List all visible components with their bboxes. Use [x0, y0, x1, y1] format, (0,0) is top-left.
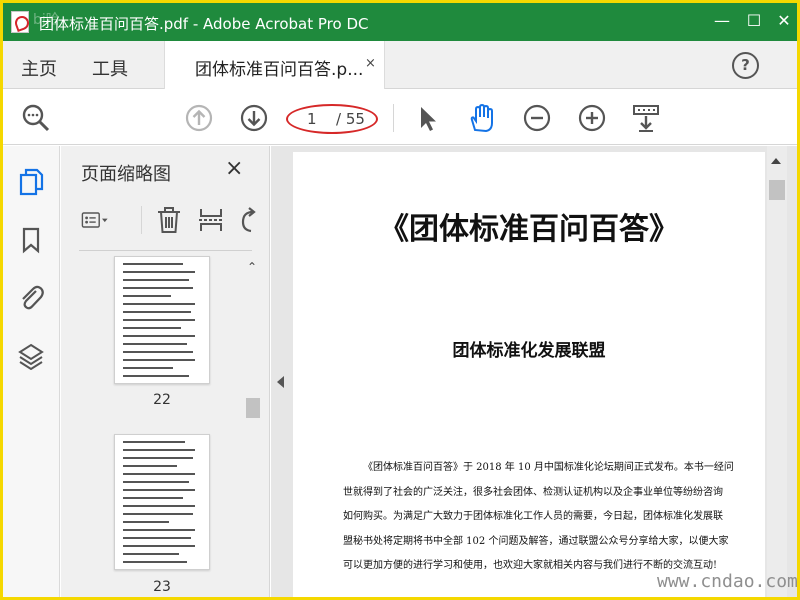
- rotate-page-icon[interactable]: [235, 206, 263, 234]
- paragraph-line: 《团体标准百问百答》于 2018 年 10 月中国标准化论坛期间正式发布。本书一…: [363, 462, 734, 473]
- options-menu-icon[interactable]: [81, 206, 109, 234]
- watermark: www.cndao.com: [657, 571, 797, 592]
- attachments-icon[interactable]: [17, 283, 45, 311]
- pdf-file-icon: [11, 11, 29, 33]
- panel-title: 页面缩略图: [81, 164, 171, 185]
- document-viewport: 《团体标准百问百答》 团体标准化发展联盟 《团体标准百问百答》于 2018 年 …: [271, 146, 797, 597]
- zoom-in-icon[interactable]: [577, 103, 607, 133]
- maximize-button[interactable]: ☐: [741, 9, 767, 33]
- panel-scrollbar[interactable]: ⌃: [244, 254, 261, 597]
- hand-tool-icon[interactable]: [466, 103, 496, 133]
- paragraph-line: 世就得到了社会的广泛关注，很多社会团体、检测认证机构以及企事业单位等纷纷咨询: [343, 486, 723, 498]
- toolbar: 1 / 55: [3, 90, 797, 145]
- split-page-icon[interactable]: [197, 206, 225, 234]
- thumbnail-label: 22: [153, 392, 171, 408]
- layers-icon[interactable]: [17, 342, 45, 370]
- help-icon[interactable]: ?: [732, 52, 759, 79]
- tab-home[interactable]: 主页: [21, 55, 57, 81]
- title-bar: bj哈 团体标准百问百答.pdf - Adobe Acrobat Pro DC …: [3, 3, 797, 41]
- delete-page-icon[interactable]: [155, 206, 183, 234]
- bookmarks-icon[interactable]: [17, 226, 45, 254]
- collapse-panel-icon[interactable]: [277, 376, 284, 388]
- navigation-rail: [3, 146, 60, 597]
- document-tab-label: 团体标准百问百答.p...: [195, 60, 364, 80]
- thumbnail-page-23[interactable]: [114, 434, 210, 570]
- panel-tool-divider: [141, 206, 142, 234]
- close-tab-icon[interactable]: ×: [365, 56, 376, 71]
- document-scrollbar[interactable]: [767, 146, 787, 597]
- tab-tools[interactable]: 工具: [92, 55, 128, 81]
- previous-page-icon[interactable]: [184, 103, 214, 133]
- thumbnails-panel: 页面缩略图 × 22 23 ⌃: [61, 146, 270, 597]
- acrobat-window: bj哈 团体标准百问百答.pdf - Adobe Acrobat Pro DC …: [3, 3, 797, 597]
- search-icon[interactable]: [21, 103, 51, 133]
- tab-bar: 主页 工具 团体标准百问百答.p... × ?: [3, 41, 797, 89]
- tab-document[interactable]: 团体标准百问百答.p... ×: [164, 41, 385, 89]
- pdf-page: 《团体标准百问百答》 团体标准化发展联盟 《团体标准百问百答》于 2018 年 …: [293, 152, 765, 597]
- window-title: 团体标准百问百答.pdf - Adobe Acrobat Pro DC: [39, 15, 369, 33]
- read-mode-icon[interactable]: [631, 103, 661, 133]
- scrollbar-thumb[interactable]: [769, 180, 785, 200]
- page-thumbnails-icon[interactable]: [17, 168, 45, 196]
- toolbar-divider: [393, 104, 394, 132]
- minimize-button[interactable]: —: [709, 9, 735, 33]
- paragraph-line: 如何购买。为满足广大致力于团体标准化工作人员的需要，今日起，团体标准化发展联: [343, 511, 723, 522]
- document-title: 《团体标准百问百答》: [379, 212, 679, 247]
- close-window-button[interactable]: ✕: [771, 9, 797, 33]
- scroll-up-icon[interactable]: [771, 158, 781, 164]
- document-subtitle: 团体标准化发展联盟: [452, 341, 606, 361]
- panel-divider: [79, 250, 252, 251]
- zoom-out-icon[interactable]: [522, 103, 552, 133]
- scrollbar-thumb[interactable]: [246, 398, 260, 418]
- select-tool-icon[interactable]: [413, 103, 443, 133]
- thumbnail-page-22[interactable]: [114, 256, 210, 384]
- paragraph-line: 盟秘书处将定期将书中全部 102 个问题及解答，通过联盟公众号分享给大家，以便大…: [343, 535, 729, 547]
- close-panel-icon[interactable]: ×: [225, 156, 243, 181]
- thumbnail-label: 23: [153, 579, 171, 595]
- document-paragraph: 《团体标准百问百答》于 2018 年 10 月中国标准化论坛期间正式发布。本书一…: [343, 456, 734, 579]
- annotation-circle: [286, 104, 378, 134]
- next-page-icon[interactable]: [239, 103, 269, 133]
- scroll-up-icon[interactable]: ⌃: [247, 260, 257, 274]
